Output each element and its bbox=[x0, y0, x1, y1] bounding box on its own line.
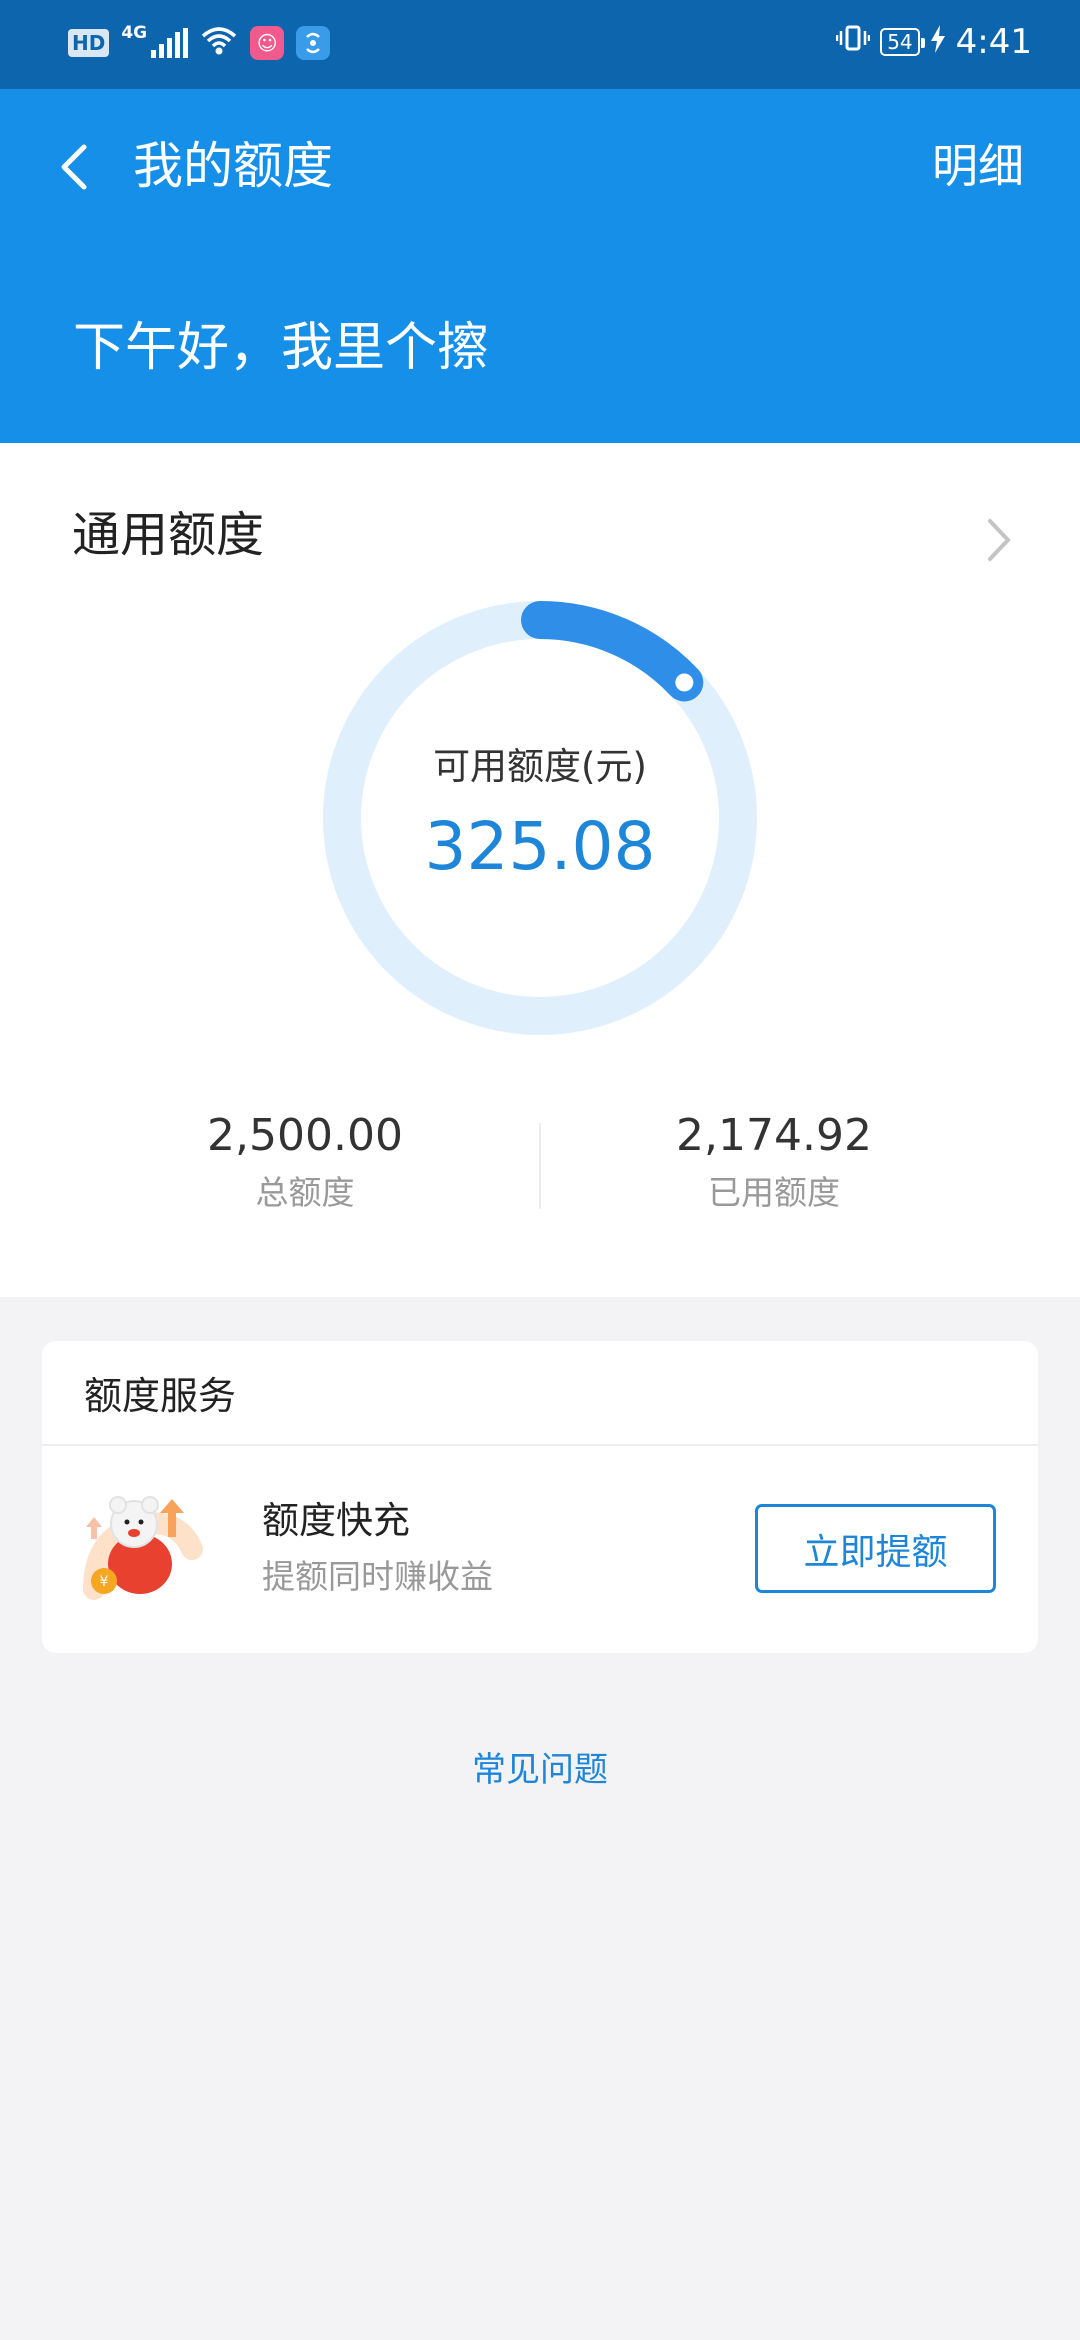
mascot-bear-icon: ¥ bbox=[83, 1496, 203, 1600]
status-bar: HD 4G ☺ 54 4:41 bbox=[0, 0, 1080, 89]
greeting-text: 下午好，我里个擦 bbox=[73, 318, 490, 378]
back-arrow-icon bbox=[61, 144, 87, 190]
general-quota-card[interactable]: 通用额度 可用额度(元) 325.08 2,500.00 总额度 2,174.9… bbox=[0, 443, 1080, 1297]
chevron-right-icon bbox=[988, 519, 1011, 561]
total-quota: 2,500.00 总额度 bbox=[155, 1108, 455, 1216]
app-notification-icon: ☺ bbox=[250, 26, 285, 60]
quota-services-card: 额度服务 ¥ 额度快充 提额同时赚收益 立即提额 bbox=[42, 1341, 1038, 1653]
page-title: 我的额度 bbox=[133, 137, 333, 195]
service-name: 额度快充 bbox=[262, 1499, 410, 1542]
wifi-icon bbox=[200, 26, 238, 60]
charging-icon bbox=[930, 22, 946, 62]
back-button[interactable] bbox=[50, 144, 96, 190]
available-quota-value: 325.08 bbox=[424, 808, 656, 885]
status-icons-left: HD 4G ☺ bbox=[68, 23, 331, 60]
detail-link[interactable]: 明细 bbox=[932, 131, 1024, 201]
total-quota-value: 2,500.00 bbox=[207, 1110, 403, 1161]
vibrate-icon bbox=[835, 22, 871, 62]
raise-quota-button[interactable]: 立即提额 bbox=[755, 1504, 996, 1593]
divider bbox=[42, 1444, 1038, 1446]
service-description: 提额同时赚收益 bbox=[262, 1557, 493, 1596]
ring-knob bbox=[675, 673, 694, 692]
used-quota-label: 已用额度 bbox=[708, 1173, 840, 1212]
faq-link[interactable]: 常见问题 bbox=[0, 1748, 1080, 1792]
signal-icon bbox=[151, 28, 189, 58]
total-quota-label: 总额度 bbox=[255, 1173, 355, 1212]
hd-icon: HD bbox=[68, 29, 110, 57]
available-quota-label: 可用额度(元) bbox=[433, 745, 647, 788]
section-title: 通用额度 bbox=[72, 507, 265, 563]
services-header: 额度服务 bbox=[84, 1374, 237, 1418]
divider bbox=[539, 1123, 541, 1209]
used-quota-value: 2,174.92 bbox=[676, 1110, 872, 1161]
network-type: 4G bbox=[121, 23, 148, 43]
status-icons-right: 54 4:41 bbox=[835, 22, 1032, 62]
clock: 4:41 bbox=[955, 22, 1032, 62]
used-quota: 2,174.92 已用额度 bbox=[624, 1108, 924, 1216]
svg-text:¥: ¥ bbox=[100, 1574, 109, 1590]
hotspot-icon bbox=[296, 26, 331, 60]
header: 我的额度 明细 下午好，我里个擦 bbox=[0, 89, 1080, 443]
battery-icon: 54 bbox=[880, 28, 926, 56]
ring-progress bbox=[521, 601, 704, 702]
